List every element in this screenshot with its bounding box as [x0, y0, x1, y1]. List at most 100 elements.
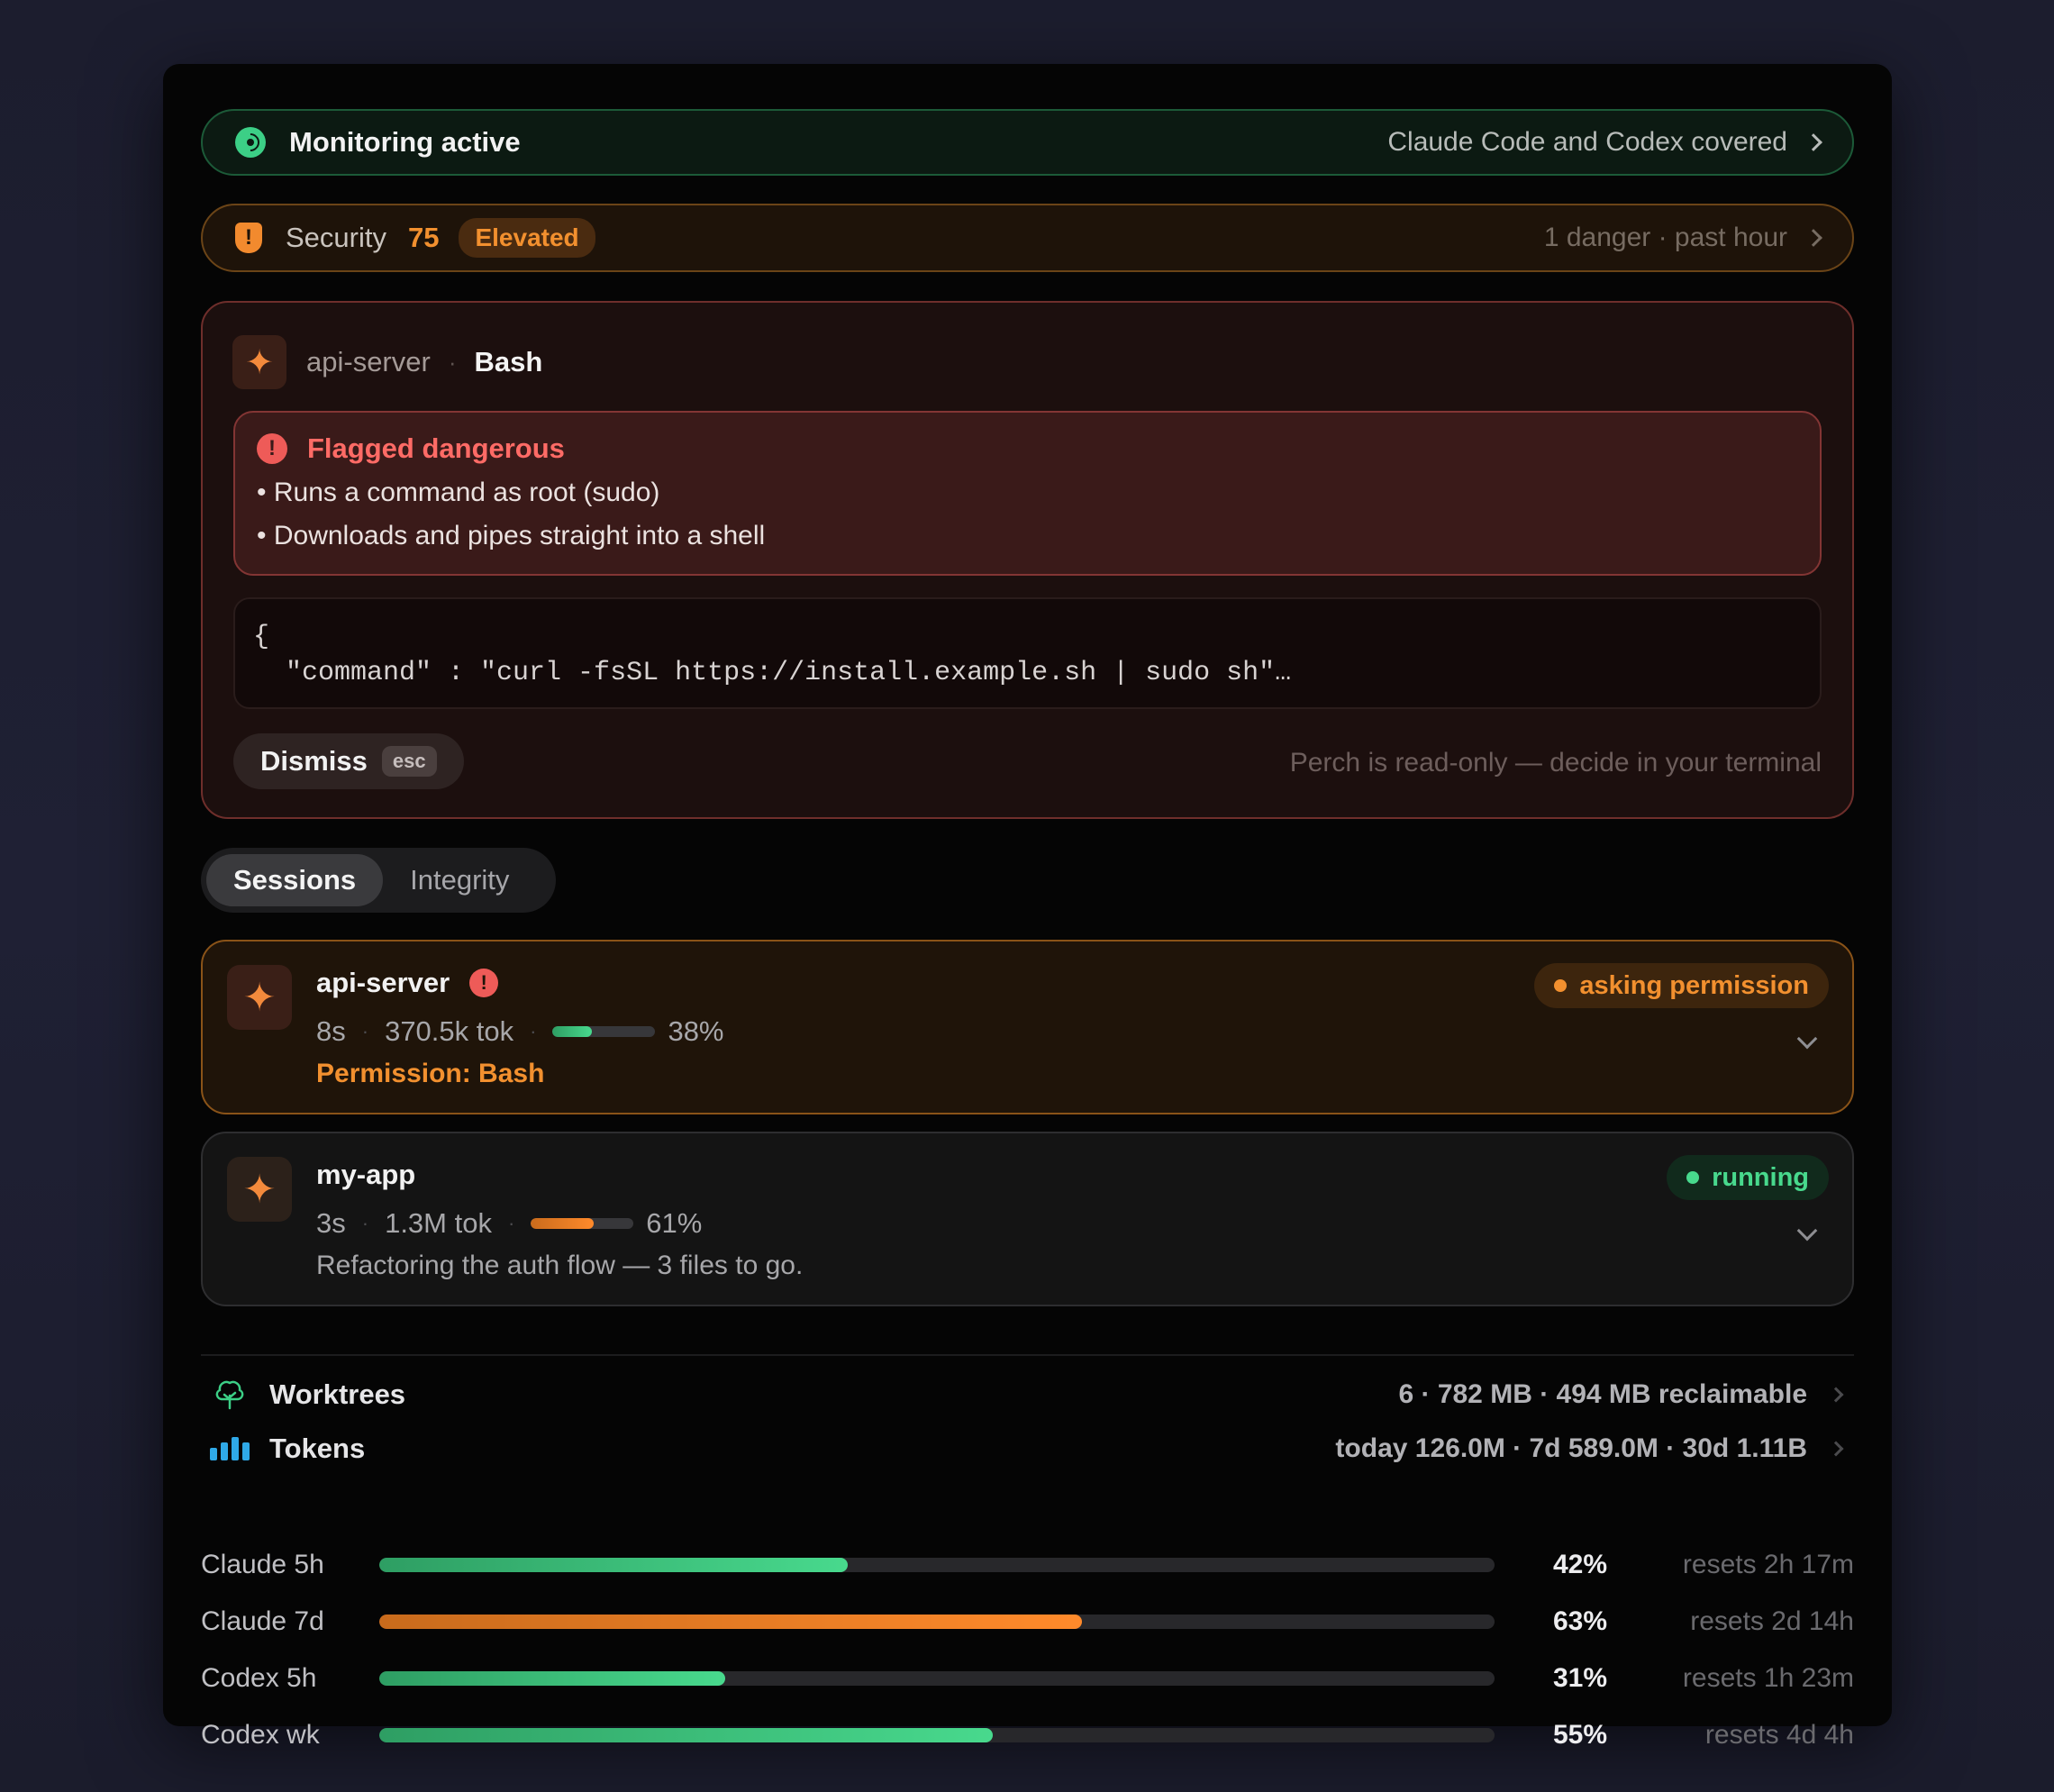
usage-bar — [379, 1558, 1495, 1572]
usage-bar-fill — [379, 1728, 993, 1742]
monitoring-coverage: Claude Code and Codex covered — [1387, 127, 1822, 158]
tokens-label: Tokens — [269, 1433, 366, 1464]
session-tokens: 370.5k tok — [385, 1015, 514, 1047]
alert-tool: Bash — [474, 346, 543, 378]
usage-bar — [379, 1615, 1495, 1629]
chevron-right-icon — [1804, 229, 1822, 247]
session-card[interactable]: ✦ my-app 3s · 1.3M tok · 61% Refactoring… — [201, 1132, 1854, 1306]
session-elapsed: 3s — [316, 1207, 346, 1239]
context-percent: 38% — [668, 1015, 724, 1047]
tree-icon — [212, 1378, 248, 1412]
status-dot-icon — [1686, 1171, 1700, 1184]
danger-reason: Downloads and pipes straight into a shel… — [257, 521, 1798, 551]
security-summary-text: 1 danger · past hour — [1543, 223, 1787, 252]
session-name-row: my-app — [316, 1159, 415, 1191]
usage-bar-fill — [379, 1558, 848, 1572]
chevron-right-icon — [1828, 1387, 1844, 1403]
sparkle-icon: ✦ — [227, 1157, 292, 1222]
session-detail: Permission: Bash — [316, 1059, 545, 1088]
dismiss-label: Dismiss — [260, 745, 368, 777]
chevron-down-icon[interactable] — [1796, 1028, 1818, 1050]
alert-separator: · — [448, 348, 457, 376]
sparkle-icon: ✦ — [232, 335, 286, 389]
chevron-right-icon — [1828, 1441, 1844, 1457]
usage-row: Codex 5h 31% resets 1h 23m — [201, 1659, 1854, 1698]
alert-project: api-server — [306, 346, 431, 378]
separator: · — [361, 1020, 369, 1042]
context-percent: 61% — [646, 1207, 703, 1239]
security-summary: 1 danger · past hour — [1543, 223, 1822, 253]
danger-title-row: ! Flagged dangerous — [257, 432, 1798, 465]
session-card[interactable]: ✦ api-server ! 8s · 370.5k tok · 38% Per… — [201, 940, 1854, 1114]
alert-icon: ! — [257, 433, 287, 464]
usage-row: Claude 7d 63% resets 2d 14h — [201, 1602, 1854, 1642]
context-progress-bar — [552, 1026, 656, 1037]
usage-label: Claude 5h — [201, 1550, 324, 1579]
alert-icon: ! — [469, 969, 499, 997]
perch-panel: Monitoring active Claude Code and Codex … — [163, 64, 1892, 1750]
status-badge: running — [1667, 1155, 1829, 1200]
worktrees-row[interactable]: Worktrees 6 · 782 MB · 494 MB reclaimabl… — [201, 1374, 1854, 1415]
session-name-row: api-server ! — [316, 967, 518, 999]
usage-row: Codex wk 55% resets 4d 4h — [201, 1715, 1854, 1755]
session-detail: Refactoring the auth flow — 3 files to g… — [316, 1251, 804, 1280]
security-label: Security — [286, 222, 386, 253]
shield-icon: ! — [235, 223, 262, 253]
chevron-right-icon — [1804, 133, 1822, 151]
status-text: asking permission — [1579, 970, 1809, 1000]
monitoring-banner[interactable]: Monitoring active Claude Code and Codex … — [201, 109, 1854, 176]
usage-percent: 55% — [1552, 1720, 1607, 1750]
dismiss-shortcut: esc — [381, 746, 437, 777]
usage-reset: resets 1h 23m — [1682, 1663, 1854, 1693]
permission-alert-card: ✦ api-server · Bash ! Flagged dangerous … — [201, 301, 1854, 819]
usage-reset: resets 4d 4h — [1704, 1720, 1854, 1750]
context-progress-fill — [531, 1218, 594, 1229]
usage-reset: resets 2d 14h — [1690, 1606, 1854, 1636]
usage-bar — [379, 1728, 1495, 1742]
danger-title: Flagged dangerous — [307, 432, 565, 464]
divider — [201, 1354, 1854, 1356]
usage-label: Codex wk — [201, 1720, 320, 1750]
usage-bar-fill — [379, 1615, 1082, 1629]
usage-label: Claude 7d — [201, 1606, 324, 1636]
read-only-note: Perch is read-only — decide in your term… — [1289, 748, 1822, 778]
code-command-line: "command" : "curl -fsSL https://install.… — [253, 658, 1292, 688]
session-name: my-app — [316, 1159, 416, 1190]
status-dot-icon — [1554, 979, 1568, 992]
context-progress-bar — [531, 1218, 634, 1229]
session-meta: 3s · 1.3M tok · 61% — [316, 1207, 702, 1240]
security-banner[interactable]: ! Security 75 Elevated 1 danger · past h… — [201, 204, 1854, 272]
session-name: api-server — [316, 967, 450, 998]
usage-reset: resets 2h 17m — [1682, 1550, 1854, 1579]
view-tabs: Sessions Integrity — [201, 848, 556, 913]
danger-warning: ! Flagged dangerous Runs a command as ro… — [233, 411, 1822, 576]
monitoring-coverage-text: Claude Code and Codex covered — [1387, 127, 1787, 157]
worktrees-label: Worktrees — [269, 1378, 406, 1410]
session-elapsed: 8s — [316, 1015, 346, 1047]
alert-header: ✦ api-server · Bash — [232, 335, 542, 389]
separator: · — [507, 1212, 515, 1234]
status-text: running — [1712, 1162, 1809, 1192]
danger-reason: Runs a command as root (sudo) — [257, 478, 1798, 508]
usage-bar — [379, 1671, 1495, 1686]
worktrees-value: 6 · 782 MB · 494 MB reclaimable — [1398, 1379, 1807, 1409]
sparkle-icon: ✦ — [227, 965, 292, 1030]
tab-integrity[interactable]: Integrity — [383, 854, 536, 906]
usage-row: Claude 5h 42% resets 2h 17m — [201, 1545, 1854, 1585]
command-preview: { "command" : "curl -fsSL https://instal… — [233, 597, 1822, 709]
tab-sessions[interactable]: Sessions — [206, 854, 384, 906]
usage-percent: 63% — [1552, 1606, 1607, 1636]
usage-bar-fill — [379, 1671, 725, 1686]
chevron-down-icon[interactable] — [1796, 1220, 1818, 1242]
security-score: 75 — [407, 222, 440, 253]
dismiss-button[interactable]: Dismiss esc — [233, 733, 464, 789]
usage-percent: 42% — [1552, 1550, 1607, 1579]
tokens-value: today 126.0M · 7d 589.0M · 30d 1.11B — [1335, 1433, 1807, 1463]
status-badge: asking permission — [1534, 963, 1829, 1008]
bar-chart-icon — [210, 1437, 250, 1460]
monitoring-title: Monitoring active — [289, 126, 521, 158]
security-level-badge: Elevated — [459, 218, 595, 258]
tokens-row[interactable]: Tokens today 126.0M · 7d 589.0M · 30d 1.… — [201, 1428, 1854, 1469]
session-tokens: 1.3M tok — [385, 1207, 492, 1239]
context-progress-fill — [552, 1026, 592, 1037]
